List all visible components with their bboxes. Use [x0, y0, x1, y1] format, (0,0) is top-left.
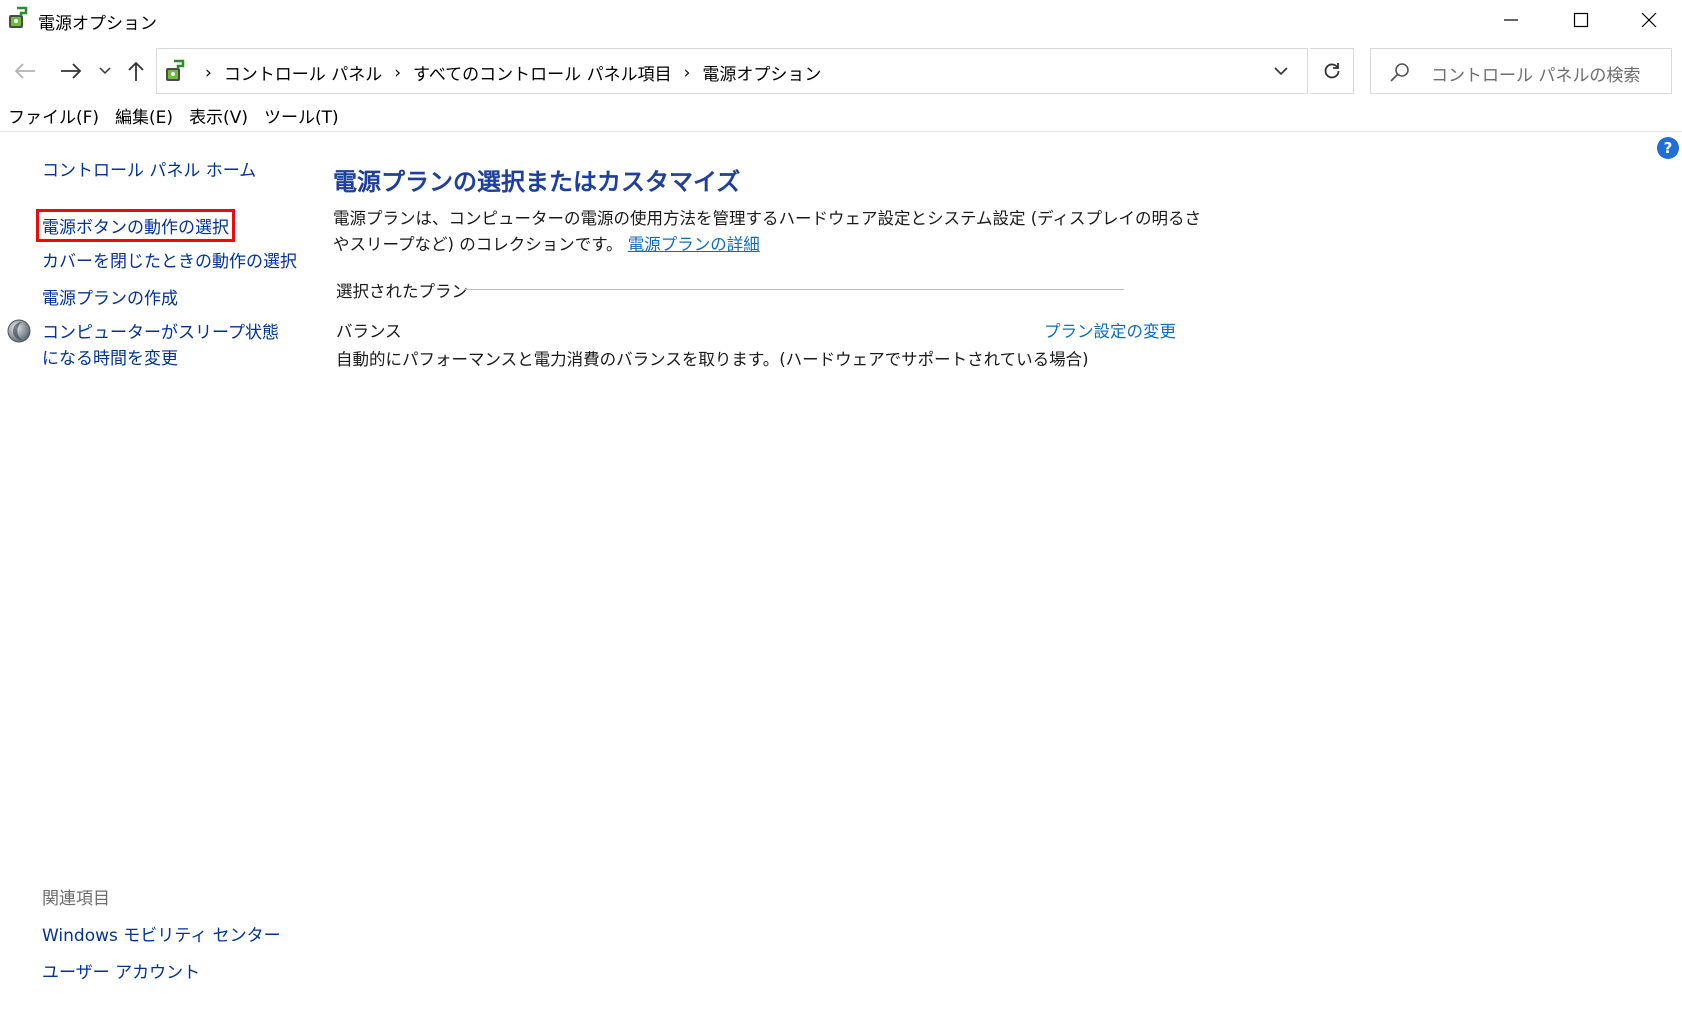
breadcrumb-all-items[interactable]: すべてのコントロール パネル項目	[413, 60, 672, 85]
arrow-right-icon	[61, 63, 82, 79]
description-text: 電源プランは、コンピューターの電源の使用方法を管理するハードウェア設定とシステム…	[333, 209, 1202, 254]
chevron-down-icon	[99, 67, 111, 75]
power-plan-details-link[interactable]: 電源プランの詳細	[628, 235, 760, 254]
up-button[interactable]	[122, 56, 150, 86]
recent-locations-button[interactable]	[96, 58, 114, 84]
menu-bar: ファイル(F) 編集(E) 表示(V) ツール(T)	[0, 104, 1682, 132]
left-navigation-pane: コントロール パネル ホーム 電源ボタンの動作の選択 カバーを閉じたときの動作の…	[0, 132, 320, 1009]
breadcrumb: › コントロール パネル › すべてのコントロール パネル項目 › 電源オプショ…	[193, 60, 821, 86]
arrow-left-icon	[14, 63, 35, 79]
power-options-icon	[6, 6, 30, 30]
page-title: 電源プランの選択またはカスタマイズ	[333, 168, 741, 196]
control-panel-home-link[interactable]: コントロール パネル ホーム	[42, 156, 256, 181]
user-accounts-link[interactable]: ユーザー アカウント	[42, 958, 200, 983]
menu-file[interactable]: ファイル(F)	[0, 104, 107, 132]
maximize-button[interactable]	[1546, 0, 1616, 40]
chevron-down-icon	[1274, 66, 1288, 75]
selected-plan-heading: 選択されたプラン	[336, 282, 468, 301]
chevron-right-icon[interactable]: ›	[394, 63, 401, 83]
arrow-up-icon	[128, 61, 144, 81]
search-icon	[1390, 63, 1409, 82]
address-history-dropdown[interactable]	[1269, 59, 1293, 83]
refresh-icon	[1324, 63, 1339, 79]
chevron-right-icon[interactable]: ›	[684, 63, 691, 83]
plan-name: バランス	[336, 322, 402, 341]
address-bar[interactable]: › コントロール パネル › すべてのコントロール パネル項目 › 電源オプショ…	[156, 48, 1308, 94]
moon-icon	[6, 318, 32, 344]
create-power-plan-link[interactable]: 電源プランの作成	[42, 284, 178, 309]
title-bar: 電源オプション	[0, 0, 1682, 40]
menu-tools[interactable]: ツール(T)	[256, 104, 347, 132]
back-button[interactable]	[10, 56, 40, 86]
breadcrumb-power-options[interactable]: 電源オプション	[702, 60, 821, 85]
breadcrumb-control-panel[interactable]: コントロール パネル	[224, 60, 382, 85]
chevron-right-icon[interactable]: ›	[205, 63, 212, 83]
power-options-icon	[163, 59, 187, 83]
help-icon[interactable]: ?	[1657, 137, 1679, 159]
change-plan-settings-link[interactable]: プラン設定の変更	[1044, 318, 1176, 342]
menu-view[interactable]: 表示(V)	[181, 104, 256, 132]
menu-edit[interactable]: 編集(E)	[107, 104, 181, 132]
plan-description: 自動的にパフォーマンスと電力消費のバランスを取ります。(ハードウェアでサポートさ…	[336, 350, 1089, 369]
search-input[interactable]: コントロール パネルの検索	[1370, 48, 1672, 94]
change-sleep-time-link[interactable]: コンピューターがスリープ状態になる時間を変更	[42, 320, 292, 372]
search-placeholder: コントロール パネルの検索	[1431, 66, 1641, 86]
lid-close-behavior-link[interactable]: カバーを閉じたときの動作の選択	[42, 247, 297, 272]
forward-button[interactable]	[56, 56, 86, 86]
mobility-center-link[interactable]: Windows モビリティ センター	[42, 921, 281, 946]
related-items-heading: 関連項目	[42, 889, 110, 909]
close-button[interactable]	[1614, 0, 1682, 40]
minimize-button[interactable]	[1476, 0, 1546, 40]
refresh-button[interactable]	[1310, 48, 1354, 94]
section-divider	[464, 289, 1124, 290]
navigation-bar: › コントロール パネル › すべてのコントロール パネル項目 › 電源オプショ…	[0, 46, 1682, 96]
page-description: 電源プランは、コンピューターの電源の使用方法を管理するハードウェア設定とシステム…	[333, 206, 1213, 258]
power-button-behavior-link[interactable]: 電源ボタンの動作の選択	[36, 209, 235, 242]
window-title: 電源オプション	[38, 14, 157, 34]
